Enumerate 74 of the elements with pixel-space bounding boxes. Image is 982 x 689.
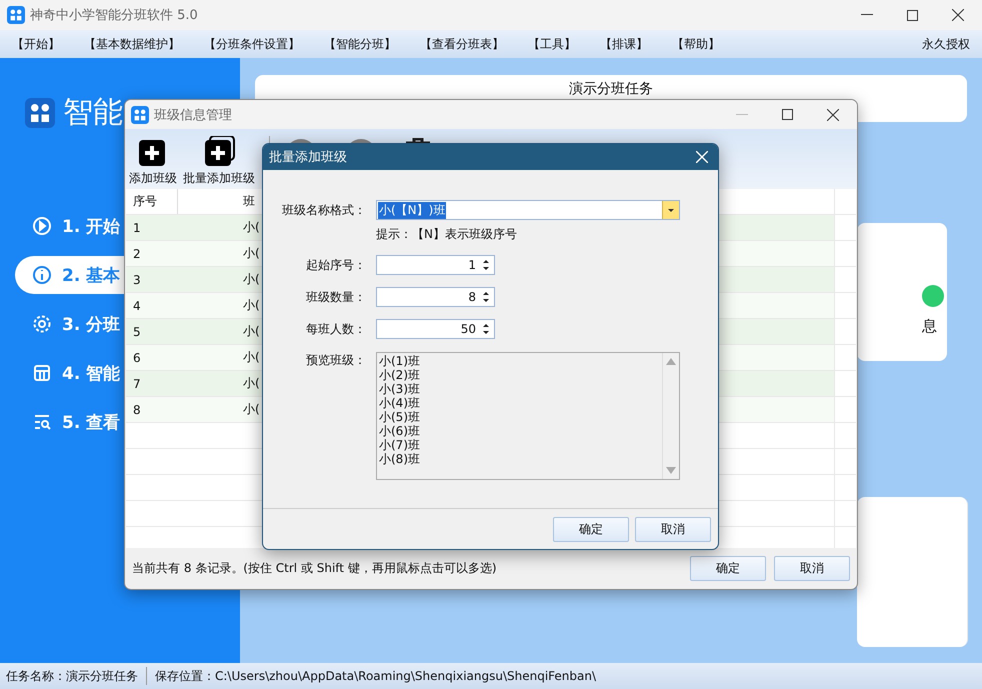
ok-button[interactable]: 确定 — [690, 556, 766, 581]
number-spinner[interactable]: 8 — [376, 287, 495, 307]
sidebar-item[interactable]: 4. 智能 — [15, 354, 124, 392]
function-card[interactable]: 息 — [857, 223, 947, 361]
calculator-icon — [32, 363, 52, 383]
spin-arrows-icon[interactable] — [482, 290, 490, 304]
task-name-label: 任务名称：演示分班任务 — [6, 668, 138, 684]
menu-item[interactable]: 【分班条件设置】 — [204, 36, 300, 52]
brand-title: 智能 — [63, 94, 123, 132]
card-label: 息 — [922, 317, 937, 336]
app-logo-icon — [25, 98, 55, 128]
menu-item[interactable]: 【智能分班】 — [324, 36, 396, 52]
sidebar-item[interactable]: 1. 开始 — [15, 207, 124, 245]
preview-item: 小(1)班 — [379, 354, 421, 368]
close-icon[interactable] — [827, 108, 839, 120]
save-path-label: 保存位置：C:\Users\zhou\AppData\Roaming\Shenqixiangsu\ShenqiFenban\ — [155, 668, 596, 684]
field-label: 预览班级： — [305, 352, 366, 369]
spin-arrows-icon[interactable] — [482, 322, 490, 336]
name-format-combo[interactable]: 小(【N】)班 — [376, 200, 680, 220]
menu-item[interactable]: 【开始】 — [12, 36, 60, 52]
stacked-plus-square-icon — [203, 136, 235, 166]
table-cell: 8 — [126, 397, 178, 422]
table-cell: 7 — [126, 371, 178, 396]
close-icon[interactable] — [952, 9, 964, 21]
sidebar-item[interactable]: 5. 查看 — [15, 403, 124, 441]
circle-icon — [922, 285, 944, 307]
preview-item: 小(7)班 — [379, 438, 421, 452]
preview-item: 小(8)班 — [379, 452, 421, 466]
menu-item[interactable]: 【帮助】 — [672, 36, 720, 52]
number-spinner[interactable]: 1 — [376, 255, 495, 275]
dropdown-arrow-icon[interactable] — [662, 201, 679, 219]
spin-arrows-icon[interactable] — [482, 258, 490, 272]
menu-item[interactable]: 【基本数据维护】 — [84, 36, 180, 52]
preview-item: 小(4)班 — [379, 396, 421, 410]
maximize-icon[interactable] — [782, 109, 793, 120]
window-title: 班级信息管理 — [154, 106, 232, 124]
menu-item[interactable]: 【排课】 — [600, 36, 648, 52]
ok-button[interactable]: 确定 — [553, 516, 629, 542]
menu-item[interactable]: 【查看分班表】 — [420, 36, 504, 52]
app-logo-icon — [131, 106, 149, 124]
record-count-text: 当前共有 8 条记录。(按住 Ctrl 或 Shift 键，再用鼠标点击可以多选) — [132, 560, 497, 577]
number-spinner[interactable]: 50 — [376, 319, 495, 339]
gear-icon — [32, 314, 52, 334]
table-cell: 1 — [126, 215, 178, 240]
preview-item: 小(6)班 — [379, 424, 421, 438]
sidebar-item[interactable]: 3. 分班 — [15, 305, 124, 343]
table-cell: 3 — [126, 267, 178, 292]
play-icon — [32, 216, 52, 236]
sidebar-item[interactable]: 2. 基本 — [15, 256, 124, 294]
table-cell: 5 — [126, 319, 178, 344]
hint-text: 提示：【N】表示班级序号 — [376, 226, 518, 243]
table-cell: 6 — [126, 345, 178, 370]
column-header[interactable]: 序号 — [126, 189, 178, 214]
maximize-icon[interactable] — [907, 10, 918, 20]
license-label: 永久授权 — [922, 36, 970, 52]
menu-item[interactable]: 【工具】 — [528, 36, 576, 52]
dialog-title: 批量添加班级 — [269, 149, 347, 166]
preview-item: 小(3)班 — [379, 382, 421, 396]
table-cell: 4 — [126, 293, 178, 318]
search-list-icon — [32, 412, 52, 432]
preview-item: 小(2)班 — [379, 368, 421, 382]
app-logo-icon — [7, 6, 25, 24]
task-title: 演示分班任务 — [569, 80, 653, 98]
table-cell: 2 — [126, 241, 178, 266]
field-label: 每班人数： — [305, 320, 366, 338]
info-icon — [32, 265, 52, 285]
window-title: 神奇中小学智能分班软件 5.0 — [30, 7, 198, 24]
preview-list[interactable]: 小(1)班 小(2)班 小(3)班 小(4)班 小(5)班 小(6)班 小(7)班 小(8)班 — [376, 352, 680, 480]
preview-item: 小(5)班 — [379, 410, 421, 424]
minimize-icon[interactable] — [861, 14, 873, 16]
toolbar-button[interactable]: 添加班级 — [129, 136, 177, 187]
cancel-button[interactable]: 取消 — [635, 516, 711, 542]
cancel-button[interactable]: 取消 — [774, 556, 850, 581]
toolbar-button[interactable]: 批量添加班级 — [183, 136, 255, 187]
